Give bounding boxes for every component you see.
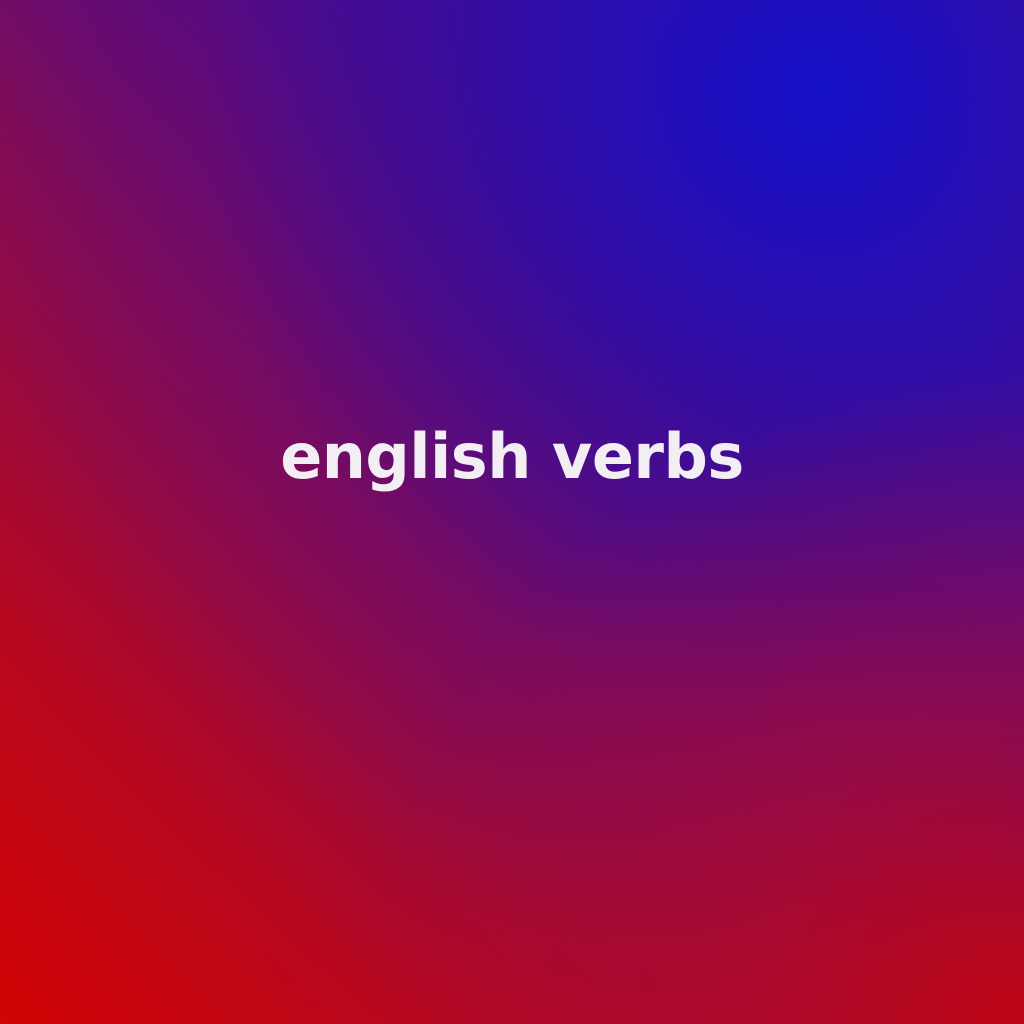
page-title: english verbs: [280, 420, 744, 493]
gradient-overlay: [0, 0, 1024, 1024]
